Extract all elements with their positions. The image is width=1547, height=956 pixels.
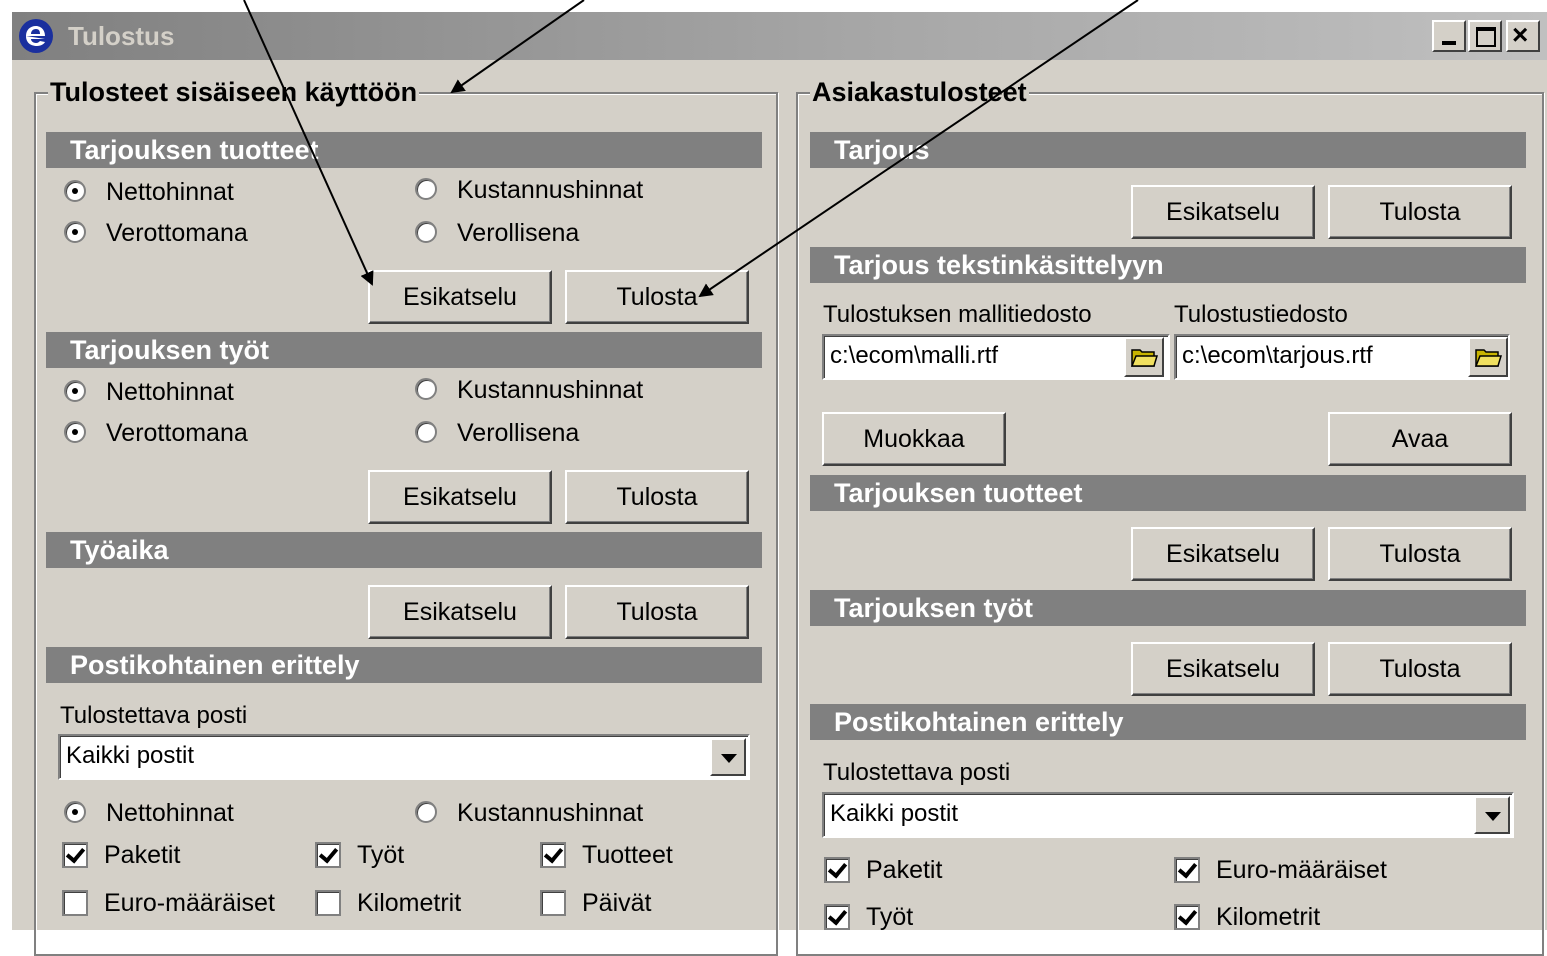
chevron-down-icon[interactable] (1474, 796, 1510, 834)
customer-post-select-label: Tulostettava posti (823, 759, 1011, 786)
worktime-preview-button[interactable]: Esikatselu (368, 585, 552, 639)
checkbox (315, 890, 341, 916)
tulostus-window: Tulostus × Tulosteet sisäiseen käyttöön … (10, 10, 1547, 956)
section-customer-post-breakdown: Postikohtainen erittely (810, 704, 1526, 740)
works-preview-button[interactable]: Esikatselu (368, 470, 552, 524)
ecom-e-icon (19, 19, 53, 53)
edit-button[interactable]: Muokkaa (822, 412, 1006, 466)
products-print-button[interactable]: Tulosta (565, 270, 749, 324)
title-bar[interactable]: Tulostus × (12, 12, 1547, 60)
post-select[interactable]: Kaikki postit (58, 734, 750, 780)
window-title: Tulostus (68, 21, 175, 51)
radio-dot (64, 180, 86, 202)
section-offer: Tarjous (810, 132, 1526, 168)
checkbox (62, 890, 88, 916)
products-preview-button[interactable]: Esikatselu (368, 270, 552, 324)
checkbox (540, 890, 566, 916)
radio-dot (64, 801, 86, 823)
checkbox (315, 842, 341, 868)
customer-prints-title: Asiakastulosteet (810, 77, 1029, 107)
chevron-down-icon[interactable] (710, 738, 746, 776)
checkbox (62, 842, 88, 868)
close-icon: × (1512, 19, 1529, 50)
checkbox (824, 857, 850, 883)
radio-dot (415, 178, 437, 200)
works-print-button[interactable]: Tulosta (565, 470, 749, 524)
checkbox (1174, 904, 1200, 930)
section-post-breakdown: Postikohtainen erittely (46, 647, 762, 683)
folder-icon (1474, 349, 1502, 367)
customer-works-print-button[interactable]: Tulosta (1328, 642, 1512, 696)
open-button[interactable]: Avaa (1328, 412, 1512, 466)
template-browse-button[interactable] (1124, 337, 1164, 377)
customer-products-print-button[interactable]: Tulosta (1328, 527, 1512, 581)
section-offer-products: Tarjouksen tuotteet (46, 132, 762, 168)
section-worktime: Työaika (46, 532, 762, 568)
checkbox (540, 842, 566, 868)
customer-products-preview-button[interactable]: Esikatselu (1131, 527, 1315, 581)
radio-dot (64, 221, 86, 243)
radio-dot (415, 801, 437, 823)
template-file-input[interactable]: c:\ecom\malli.rtf (822, 334, 1170, 380)
maximize-button[interactable] (1468, 20, 1502, 52)
offer-print-button[interactable]: Tulosta (1328, 185, 1512, 239)
close-button[interactable]: × (1506, 20, 1540, 52)
section-wordproc: Tarjous tekstinkäsittelyyn (810, 247, 1526, 283)
minimize-button[interactable] (1432, 20, 1466, 52)
radio-dot (415, 421, 437, 443)
radio-dot (64, 421, 86, 443)
post-select-label: Tulostettava posti (60, 702, 248, 729)
customer-post-select[interactable]: Kaikki postit (822, 792, 1514, 838)
output-file-input[interactable]: c:\ecom\tarjous.rtf (1174, 334, 1510, 380)
customer-works-preview-button[interactable]: Esikatselu (1131, 642, 1315, 696)
internal-prints-title: Tulosteet sisäiseen käyttöön (48, 77, 420, 107)
template-file-label: Tulostuksen mallitiedosto (823, 301, 1092, 328)
folder-icon (1130, 349, 1158, 367)
section-offer-works: Tarjouksen työt (46, 332, 762, 368)
radio-dot (415, 378, 437, 400)
radio-dot (415, 221, 437, 243)
checkbox (824, 904, 850, 930)
offer-preview-button[interactable]: Esikatselu (1131, 185, 1315, 239)
section-customer-products: Tarjouksen tuotteet (810, 475, 1526, 511)
section-customer-works: Tarjouksen työt (810, 590, 1526, 626)
worktime-print-button[interactable]: Tulosta (565, 585, 749, 639)
output-file-label: Tulostustiedosto (1174, 301, 1348, 328)
radio-dot (64, 380, 86, 402)
output-browse-button[interactable] (1468, 337, 1508, 377)
checkbox (1174, 857, 1200, 883)
